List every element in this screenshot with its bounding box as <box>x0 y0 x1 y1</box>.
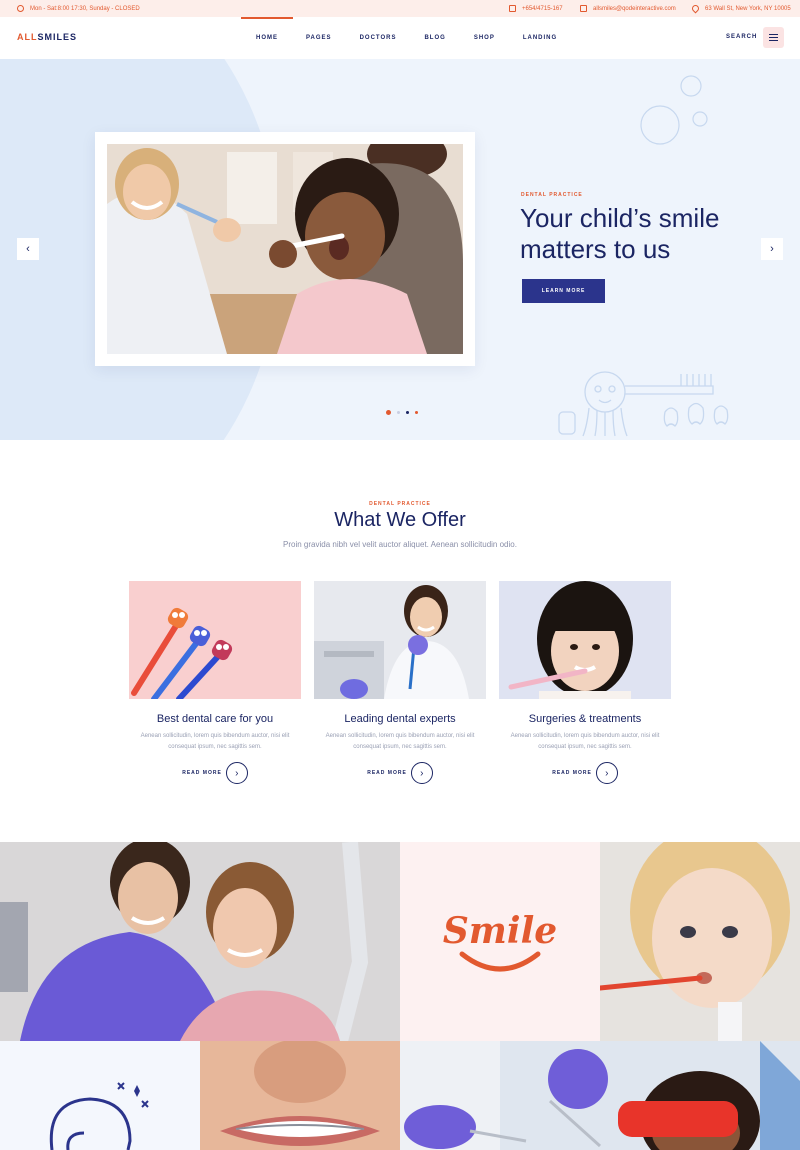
location-pin-icon <box>690 3 701 14</box>
nav-pages[interactable]: PAGES <box>306 17 332 59</box>
chevron-right-icon: › <box>770 243 774 255</box>
braces-smile-illustration <box>200 1041 400 1150</box>
hero-photo-dentist-child <box>107 144 463 354</box>
gallery-photo-dentist-girl[interactable] <box>0 842 400 1041</box>
opening-hours-text: Mon - Sat:8:00 17:30, Sunday - CLOSED <box>30 5 140 12</box>
toddler-brushing-illustration <box>600 842 800 1041</box>
menu-line-icon <box>769 34 778 35</box>
chevron-right-icon[interactable]: › <box>410 762 433 784</box>
hero-photo-illustration <box>107 144 463 354</box>
gallery-photo-braces[interactable] <box>200 1041 400 1150</box>
child-brushing-illustration <box>499 581 671 699</box>
slider-dot[interactable] <box>415 411 418 414</box>
dentist-girl-illustration <box>0 842 400 1041</box>
hero-image-frame <box>95 132 475 366</box>
hero-slider: DENTAL PRACTICE Your child’s smile matte… <box>0 59 800 440</box>
email-link[interactable]: allsmiles@qodeinteractive.com <box>580 0 676 17</box>
main-nav: HOME PAGES DOCTORS BLOG SHOP LANDING <box>240 17 585 59</box>
slider-dot[interactable] <box>397 411 400 414</box>
slider-next-button[interactable]: › <box>761 238 783 260</box>
dental-expert-illustration <box>314 581 486 699</box>
gallery-smile-logo-tile: Smile <box>400 842 600 1041</box>
tooth-sparkle-icon <box>49 1082 149 1150</box>
card-text: Aenean sollicitudin, lorem quis bibendum… <box>140 733 290 750</box>
card-title: Leading dental experts <box>344 713 456 725</box>
email-text: allsmiles@qodeinteractive.com <box>593 5 676 12</box>
address-text: 63 Wall St, New York, NY 10005 <box>705 5 791 12</box>
slider-prev-button[interactable]: ‹ <box>17 238 39 260</box>
hero-kicker: DENTAL PRACTICE <box>521 192 583 198</box>
site-header: ALLSMILES HOME PAGES DOCTORS BLOG SHOP L… <box>0 17 800 59</box>
smile-logo-text: Smile <box>442 910 558 952</box>
card-image-toothbrushes[interactable] <box>129 581 301 699</box>
search-link[interactable]: SEARCH <box>726 34 757 40</box>
gallery-photo-child-dental-exam[interactable] <box>400 1041 800 1150</box>
learn-more-button[interactable]: LEARN MORE <box>522 279 605 303</box>
nav-shop[interactable]: SHOP <box>474 17 495 59</box>
read-more-label: READ MORE <box>182 770 222 776</box>
menu-line-icon <box>769 37 778 38</box>
offer-subtitle: Proin gravida nibh vel velit auctor aliq… <box>283 540 517 549</box>
nav-blog[interactable]: BLOG <box>424 17 445 59</box>
logo-part-all: ALL <box>17 32 38 42</box>
card-title: Surgeries & treatments <box>528 713 642 725</box>
opening-hours: Mon - Sat:8:00 17:30, Sunday - CLOSED <box>17 0 140 17</box>
hamburger-menu-button[interactable] <box>763 27 784 48</box>
bubbles-icon <box>640 75 708 145</box>
read-more-link[interactable]: READ MORE › <box>129 762 301 784</box>
phone-text: +654/4715-167 <box>522 5 563 12</box>
nav-landing[interactable]: LANDING <box>523 17 557 59</box>
toothbrushes-illustration <box>129 581 301 699</box>
chevron-left-icon: ‹ <box>26 243 30 255</box>
read-more-link[interactable]: READ MORE › <box>314 762 486 784</box>
address-link[interactable]: 63 Wall St, New York, NY 10005 <box>690 0 791 17</box>
logo-part-smiles: SMILES <box>37 32 78 42</box>
gallery-tooth-icon-tile <box>0 1041 200 1150</box>
card-image-child-brushing[interactable] <box>499 581 671 699</box>
card-image-dental-expert[interactable] <box>314 581 486 699</box>
menu-line-icon <box>769 40 778 41</box>
slider-dot[interactable] <box>386 410 391 415</box>
read-more-label: READ MORE <box>552 770 592 776</box>
tooth-mascot-illustration <box>558 371 729 437</box>
chevron-right-icon[interactable]: › <box>595 762 618 784</box>
child-exam-illustration <box>400 1041 800 1150</box>
clock-icon <box>17 5 24 12</box>
chevron-right-icon[interactable]: › <box>225 762 248 784</box>
card-text: Aenean sollicitudin, lorem quis bibendum… <box>325 733 475 750</box>
read-more-link[interactable]: READ MORE › <box>499 762 671 784</box>
phone-link[interactable]: +654/4715-167 <box>509 0 563 17</box>
card-title: Best dental care for you <box>156 713 274 725</box>
offer-card: Surgeries & treatments Aenean sollicitud… <box>499 581 671 784</box>
nav-home[interactable]: HOME <box>241 17 293 59</box>
offer-card: Leading dental experts Aenean sollicitud… <box>314 581 486 784</box>
phone-icon <box>509 5 516 12</box>
nav-doctors[interactable]: DOCTORS <box>360 17 397 59</box>
read-more-label: READ MORE <box>367 770 407 776</box>
hero-title: Your child’s smile matters to us <box>520 203 720 264</box>
card-text: Aenean sollicitudin, lorem quis bibendum… <box>510 733 660 750</box>
gallery-photo-toddler-brushing[interactable] <box>600 842 800 1041</box>
mail-icon <box>580 5 587 12</box>
top-info-bar: Mon - Sat:8:00 17:30, Sunday - CLOSED +6… <box>0 0 800 17</box>
site-logo[interactable]: ALLSMILES <box>17 32 77 42</box>
slider-pagination <box>386 410 418 415</box>
slider-dot[interactable] <box>406 411 409 414</box>
offer-title: What We Offer <box>334 509 466 531</box>
offer-card: Best dental care for you Aenean sollicit… <box>129 581 301 784</box>
offer-kicker: DENTAL PRACTICE <box>369 501 431 507</box>
